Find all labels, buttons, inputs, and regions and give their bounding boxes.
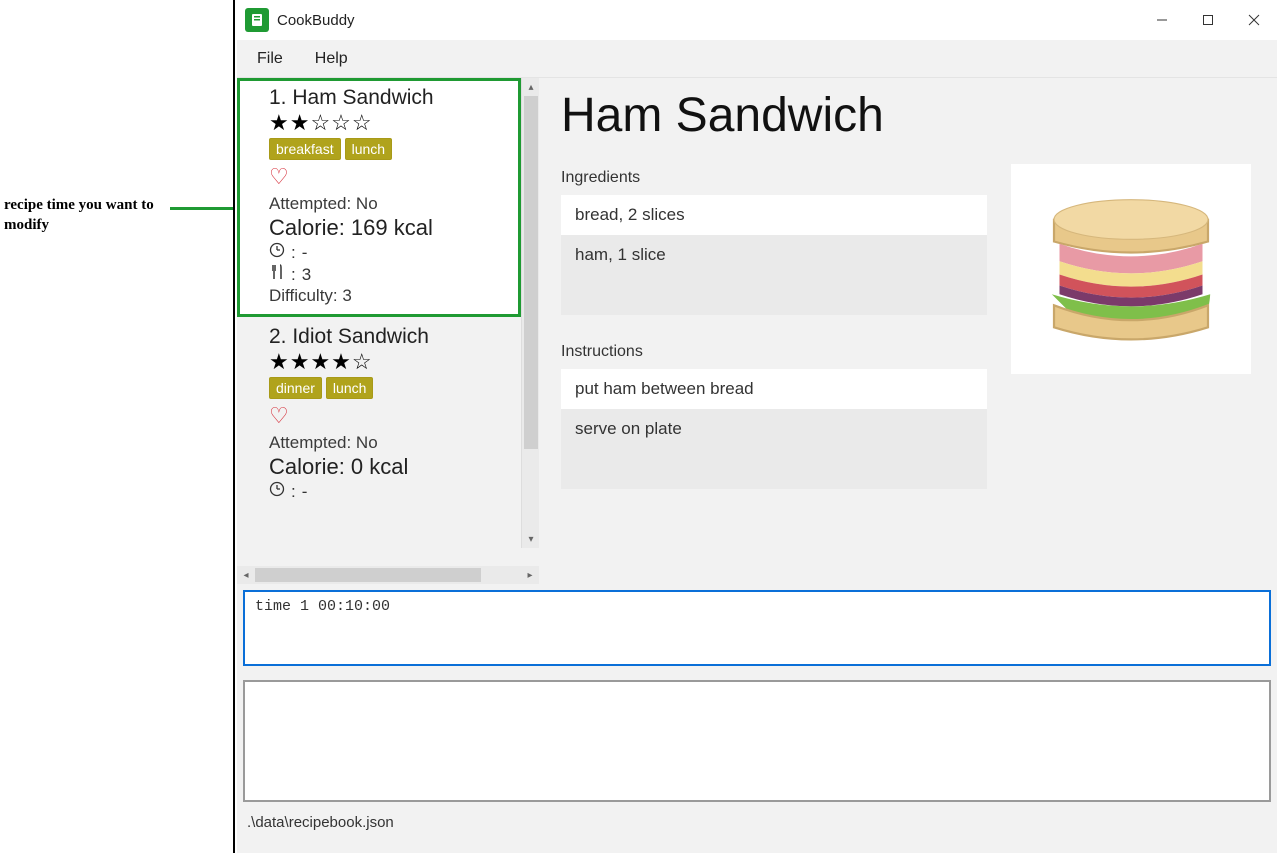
tag: breakfast (269, 138, 341, 160)
ingredient-row-empty (561, 275, 987, 315)
statusbar-path: .\data\recipebook.json (243, 808, 1271, 835)
command-input[interactable] (243, 590, 1271, 666)
scroll-right-arrow[interactable]: ▸ (521, 570, 539, 581)
recipe-detail-pane: Ham Sandwich Ingredients bread, 2 slices… (539, 78, 1277, 584)
instruction-row: put ham between bread (561, 369, 987, 409)
list-vertical-scrollbar[interactable]: ▴ ▾ (521, 78, 539, 548)
serving-row: : 3 (269, 264, 509, 285)
fork-knife-icon (269, 264, 285, 285)
maximize-button[interactable] (1185, 0, 1231, 40)
tag: lunch (345, 138, 392, 160)
tag-list: breakfast lunch (269, 138, 509, 160)
attempted-label: Attempted: No (269, 194, 509, 214)
tag-list: dinner lunch (269, 377, 509, 399)
ingredients-heading: Ingredients (561, 169, 987, 187)
scroll-down-arrow[interactable]: ▾ (522, 530, 539, 548)
heart-icon[interactable]: ♡ (269, 405, 509, 427)
heart-icon[interactable]: ♡ (269, 166, 509, 188)
menu-help[interactable]: Help (313, 46, 350, 72)
time-row: : - (269, 481, 509, 502)
rating-stars: ★★★★☆ (269, 351, 509, 373)
calorie-label: Calorie: 0 kcal (269, 454, 509, 480)
recipe-list-pane: 1. Ham Sandwich ★★☆☆☆ breakfast lunch ♡ … (237, 78, 539, 584)
rating-stars: ★★☆☆☆ (269, 112, 509, 134)
time-value: - (302, 243, 308, 263)
output-box[interactable] (243, 680, 1271, 802)
recipe-title: 2. Idiot Sandwich (269, 325, 509, 349)
scrollbar-thumb[interactable] (255, 568, 481, 582)
ingredient-row: bread, 2 slices (561, 195, 987, 235)
minimize-button[interactable] (1139, 0, 1185, 40)
instructions-heading: Instructions (561, 343, 987, 361)
window-title: CookBuddy (277, 12, 355, 29)
tag: lunch (326, 377, 373, 399)
clock-icon (269, 242, 285, 263)
recipe-list-item[interactable]: 2. Idiot Sandwich ★★★★☆ dinner lunch ♡ A… (237, 317, 521, 513)
instruction-row: serve on plate (561, 409, 987, 449)
detail-title: Ham Sandwich (561, 88, 987, 143)
close-button[interactable] (1231, 0, 1277, 40)
titlebar: CookBuddy (237, 0, 1277, 40)
calorie-label: Calorie: 169 kcal (269, 215, 509, 241)
app-icon (245, 8, 269, 32)
annotation-text: recipe time you want to modify (4, 195, 184, 236)
time-value: - (302, 482, 308, 502)
ingredient-row: ham, 1 slice (561, 235, 987, 275)
scroll-left-arrow[interactable]: ◂ (237, 570, 255, 581)
tag: dinner (269, 377, 322, 399)
scrollbar-thumb[interactable] (524, 96, 538, 449)
serving-value: 3 (302, 265, 311, 285)
window-controls (1139, 0, 1277, 40)
instructions-list: put ham between bread serve on plate (561, 369, 987, 489)
menu-file[interactable]: File (255, 46, 285, 72)
attempted-label: Attempted: No (269, 433, 509, 453)
scroll-up-arrow[interactable]: ▴ (522, 78, 539, 96)
recipe-title: 1. Ham Sandwich (269, 86, 509, 110)
ingredients-list: bread, 2 slices ham, 1 slice (561, 195, 987, 315)
recipe-list-item[interactable]: 1. Ham Sandwich ★★☆☆☆ breakfast lunch ♡ … (237, 78, 521, 317)
clock-icon (269, 481, 285, 502)
annotation-arrow (170, 207, 233, 210)
menubar: File Help (237, 40, 1277, 78)
recipe-image (1011, 164, 1251, 374)
app-window: CookBuddy File Help 1. Ham Sandwich ★★☆☆ (237, 0, 1277, 853)
difficulty-label: Difficulty: 3 (269, 286, 509, 306)
time-row: : - (269, 242, 509, 263)
list-horizontal-scrollbar[interactable]: ◂ ▸ (237, 566, 539, 584)
instruction-row-empty (561, 449, 987, 489)
